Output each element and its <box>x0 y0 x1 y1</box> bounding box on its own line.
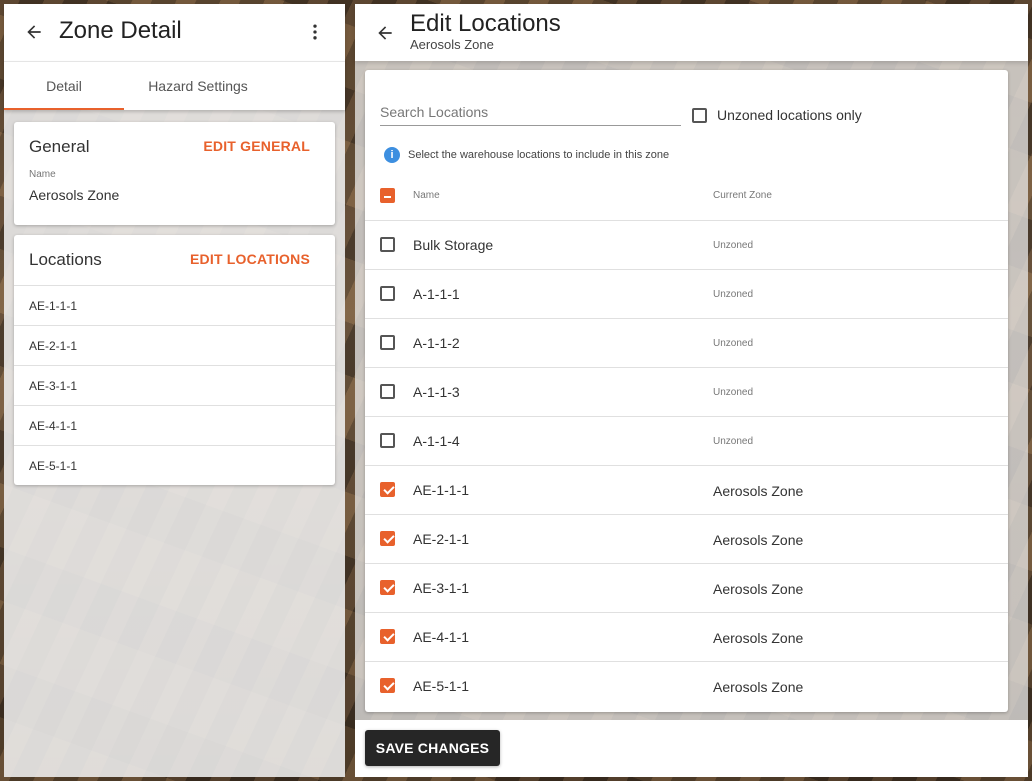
locations-card: Locations EDIT LOCATIONS AE-1-1-1 AE-2-1… <box>14 235 335 485</box>
column-header-current-zone: Current Zone <box>713 190 772 201</box>
info-hint: i Select the warehouse locations to incl… <box>384 147 669 163</box>
current-zone: Aerosols Zone <box>713 483 804 499</box>
table-row[interactable]: AE-3-1-1 Aerosols Zone <box>365 563 1008 612</box>
table-row[interactable]: AE-2-1-1 Aerosols Zone <box>365 514 1008 563</box>
select-all-checkbox[interactable] <box>380 188 395 203</box>
current-zone: Unzoned <box>713 436 754 447</box>
current-zone: Aerosols Zone <box>713 581 804 597</box>
table-row[interactable]: A-1-1-2 Unzoned <box>365 318 1008 367</box>
back-arrow-icon[interactable] <box>22 20 46 44</box>
location-name: A-1-1-1 <box>413 286 460 302</box>
locations-card-title: Locations <box>29 250 102 269</box>
location-name: A-1-1-4 <box>413 433 460 449</box>
locations-table-body: Bulk Storage Unzoned A-1-1-1 Unzoned A-1… <box>365 220 1008 710</box>
current-zone: Aerosols Zone <box>713 630 804 646</box>
page-title: Zone Detail <box>59 17 182 44</box>
edit-general-button[interactable]: EDIT GENERAL <box>203 138 310 154</box>
row-checkbox[interactable] <box>380 482 395 497</box>
general-card-title: General <box>29 137 90 156</box>
search-locations-input[interactable] <box>380 98 681 126</box>
edit-locations-panel: Edit Locations Aerosols Zone Unzoned loc… <box>355 4 1028 777</box>
row-checkbox[interactable] <box>380 335 395 350</box>
action-bar: SAVE CHANGES <box>355 720 1028 777</box>
zone-detail-panel: Zone Detail Detail Hazard Settings Gener… <box>4 4 345 777</box>
tab-detail[interactable]: Detail <box>4 62 124 111</box>
table-row[interactable]: A-1-1-4 Unzoned <box>365 416 1008 465</box>
list-item: AE-2-1-1 <box>14 325 335 365</box>
list-item: AE-5-1-1 <box>14 445 335 485</box>
zone-detail-header: Zone Detail <box>4 4 345 61</box>
locations-list: AE-1-1-1 AE-2-1-1 AE-3-1-1 AE-4-1-1 AE-5… <box>14 285 335 485</box>
column-header-name: Name <box>413 190 440 201</box>
info-text: Select the warehouse locations to includ… <box>408 149 670 161</box>
tab-bar: Detail Hazard Settings <box>4 61 345 110</box>
locations-selection-card: Unzoned locations only i Select the ware… <box>365 70 1008 712</box>
list-item: AE-1-1-1 <box>14 285 335 325</box>
list-item: AE-4-1-1 <box>14 405 335 445</box>
row-checkbox[interactable] <box>380 531 395 546</box>
row-checkbox[interactable] <box>380 237 395 252</box>
location-name: AE-2-1-1 <box>413 531 470 547</box>
tab-hazard-settings[interactable]: Hazard Settings <box>124 62 272 111</box>
row-checkbox[interactable] <box>380 433 395 448</box>
location-name: A-1-1-3 <box>413 384 460 400</box>
general-card: General EDIT GENERAL Name Aerosols Zone <box>14 122 335 225</box>
unzoned-only-label: Unzoned locations only <box>717 107 862 123</box>
location-name: A-1-1-2 <box>413 335 460 351</box>
current-zone: Unzoned <box>713 240 754 251</box>
table-row[interactable]: A-1-1-1 Unzoned <box>365 269 1008 318</box>
row-checkbox[interactable] <box>380 384 395 399</box>
row-checkbox[interactable] <box>380 629 395 644</box>
edit-locations-button[interactable]: EDIT LOCATIONS <box>190 251 310 267</box>
current-zone: Aerosols Zone <box>713 532 804 548</box>
list-item: AE-3-1-1 <box>14 365 335 405</box>
page-subtitle: Aerosols Zone <box>410 37 494 52</box>
table-row[interactable]: A-1-1-3 Unzoned <box>365 367 1008 416</box>
save-changes-button[interactable]: SAVE CHANGES <box>365 730 500 766</box>
table-row[interactable]: Bulk Storage Unzoned <box>365 220 1008 269</box>
back-arrow-icon[interactable] <box>373 21 397 45</box>
table-header: Name Current Zone <box>365 178 1008 221</box>
name-field-label: Name <box>29 169 56 180</box>
current-zone: Unzoned <box>713 387 754 398</box>
current-zone: Unzoned <box>713 338 754 349</box>
unzoned-only-checkbox[interactable] <box>692 107 707 123</box>
location-name: AE-1-1-1 <box>413 482 470 498</box>
table-row[interactable]: AE-5-1-1 Aerosols Zone <box>365 661 1008 710</box>
edit-locations-header: Edit Locations Aerosols Zone <box>355 4 1028 61</box>
row-checkbox[interactable] <box>380 580 395 595</box>
row-checkbox[interactable] <box>380 678 395 693</box>
current-zone: Unzoned <box>713 289 754 300</box>
table-row[interactable]: AE-4-1-1 Aerosols Zone <box>365 612 1008 661</box>
location-name: AE-3-1-1 <box>413 580 470 596</box>
location-name: AE-5-1-1 <box>413 678 470 694</box>
row-checkbox[interactable] <box>380 286 395 301</box>
location-name: Bulk Storage <box>413 237 494 253</box>
location-name: AE-4-1-1 <box>413 629 470 645</box>
table-row[interactable]: AE-1-1-1 Aerosols Zone <box>365 465 1008 514</box>
name-field-value: Aerosols Zone <box>29 187 120 203</box>
info-icon: i <box>384 147 400 163</box>
page-title: Edit Locations <box>410 10 561 37</box>
current-zone: Aerosols Zone <box>713 679 804 695</box>
unzoned-only-toggle[interactable]: Unzoned locations only <box>692 107 862 123</box>
active-tab-indicator <box>4 108 124 110</box>
more-vert-icon[interactable] <box>303 20 327 44</box>
